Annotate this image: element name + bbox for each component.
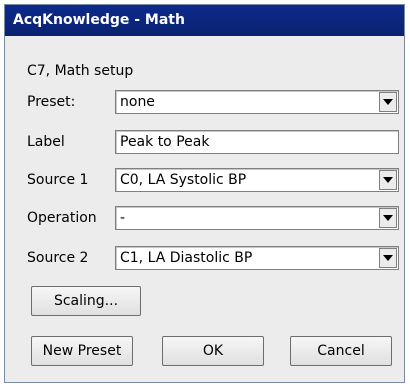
source2-label: Source 2 [27,250,89,266]
preset-value: none [120,94,155,110]
source1-value: C0, LA Systolic BP [120,172,247,188]
source2-dropdown[interactable]: C1, LA Diastolic BP [115,246,399,270]
operation-value: - [120,210,126,226]
ok-button[interactable]: OK [162,336,264,366]
window-title: AcqKnowledge - Math [13,12,185,28]
title-bar: AcqKnowledge - Math [5,5,404,36]
source1-dropdown-arrow-icon[interactable] [379,170,397,190]
math-dialog: AcqKnowledge - Math C7, Math setup Prese… [4,4,405,383]
preset-dropdown-arrow-icon[interactable] [379,92,397,112]
source1-label: Source 1 [27,172,89,188]
label-value: Peak to Peak [120,134,210,150]
operation-dropdown-arrow-icon[interactable] [379,208,397,228]
operation-dropdown[interactable]: - [115,206,399,230]
preset-label: Preset: [27,94,76,110]
source1-dropdown[interactable]: C0, LA Systolic BP [115,168,399,192]
operation-label: Operation [27,210,97,226]
scaling-button[interactable]: Scaling... [31,286,141,316]
setup-heading: C7, Math setup [27,63,134,79]
cancel-button[interactable]: Cancel [290,336,392,366]
label-input[interactable]: Peak to Peak [115,130,399,154]
new-preset-button[interactable]: New Preset [31,336,133,366]
source2-value: C1, LA Diastolic BP [120,250,253,266]
label-label: Label [27,134,65,150]
preset-dropdown[interactable]: none [115,90,399,114]
source2-dropdown-arrow-icon[interactable] [379,248,397,268]
